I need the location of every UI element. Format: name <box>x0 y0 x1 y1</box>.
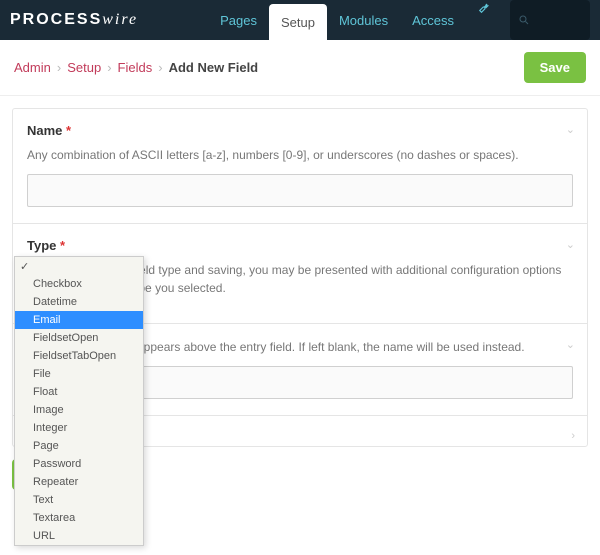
tools-icon[interactable] <box>466 0 504 40</box>
chevron-down-icon[interactable]: ⌄ <box>566 338 575 351</box>
breadcrumb-setup[interactable]: Setup <box>67 60 101 75</box>
nav-access[interactable]: Access <box>400 0 466 40</box>
type-option[interactable]: Page <box>15 437 143 455</box>
type-option[interactable]: File <box>15 365 143 383</box>
nav-pages[interactable]: Pages <box>208 0 269 40</box>
breadcrumb-admin[interactable]: Admin <box>14 60 51 75</box>
type-option-blank[interactable] <box>15 257 143 275</box>
chevron-right-icon: › <box>107 60 111 75</box>
chevron-right-icon[interactable]: › <box>571 430 575 442</box>
section-name-title: Name <box>27 123 62 138</box>
chevron-down-icon[interactable]: ⌄ <box>566 238 575 251</box>
required-indicator: * <box>60 238 65 253</box>
type-option[interactable]: Password <box>15 455 143 473</box>
type-option[interactable]: Checkbox <box>15 275 143 293</box>
logo: PROCESSwire <box>10 11 138 29</box>
type-option[interactable]: Datetime <box>15 293 143 311</box>
type-option[interactable]: URL <box>15 527 143 545</box>
section-type-title: Type <box>27 238 56 253</box>
save-button[interactable]: Save <box>524 52 586 83</box>
type-option[interactable]: FieldsetOpen <box>15 329 143 347</box>
type-option[interactable]: FieldsetTabOpen <box>15 347 143 365</box>
type-option[interactable]: Textarea <box>15 509 143 527</box>
label-help-text: appears above the entry field. If left b… <box>137 338 573 356</box>
type-option[interactable]: Integer <box>15 419 143 437</box>
search-input[interactable] <box>510 0 590 40</box>
page-title: Add New Field <box>169 60 259 75</box>
name-help-text: Any combination of ASCII letters [a-z], … <box>27 146 573 164</box>
type-option[interactable]: Email <box>15 311 143 329</box>
type-option[interactable]: Repeater <box>15 473 143 491</box>
type-dropdown[interactable]: CheckboxDatetimeEmailFieldsetOpenFieldse… <box>14 256 144 546</box>
breadcrumb-fields[interactable]: Fields <box>118 60 153 75</box>
type-option[interactable]: Image <box>15 401 143 419</box>
name-input[interactable] <box>27 174 573 207</box>
type-option[interactable]: Float <box>15 383 143 401</box>
chevron-right-icon: › <box>57 60 61 75</box>
nav-modules[interactable]: Modules <box>327 0 400 40</box>
type-option-group: Clone existing field <box>15 545 143 546</box>
chevron-down-icon[interactable]: ⌄ <box>566 123 575 136</box>
nav-setup[interactable]: Setup <box>269 4 327 40</box>
type-option[interactable]: Text <box>15 491 143 509</box>
required-indicator: * <box>66 123 71 138</box>
chevron-right-icon: › <box>158 60 162 75</box>
search-icon <box>518 14 530 26</box>
